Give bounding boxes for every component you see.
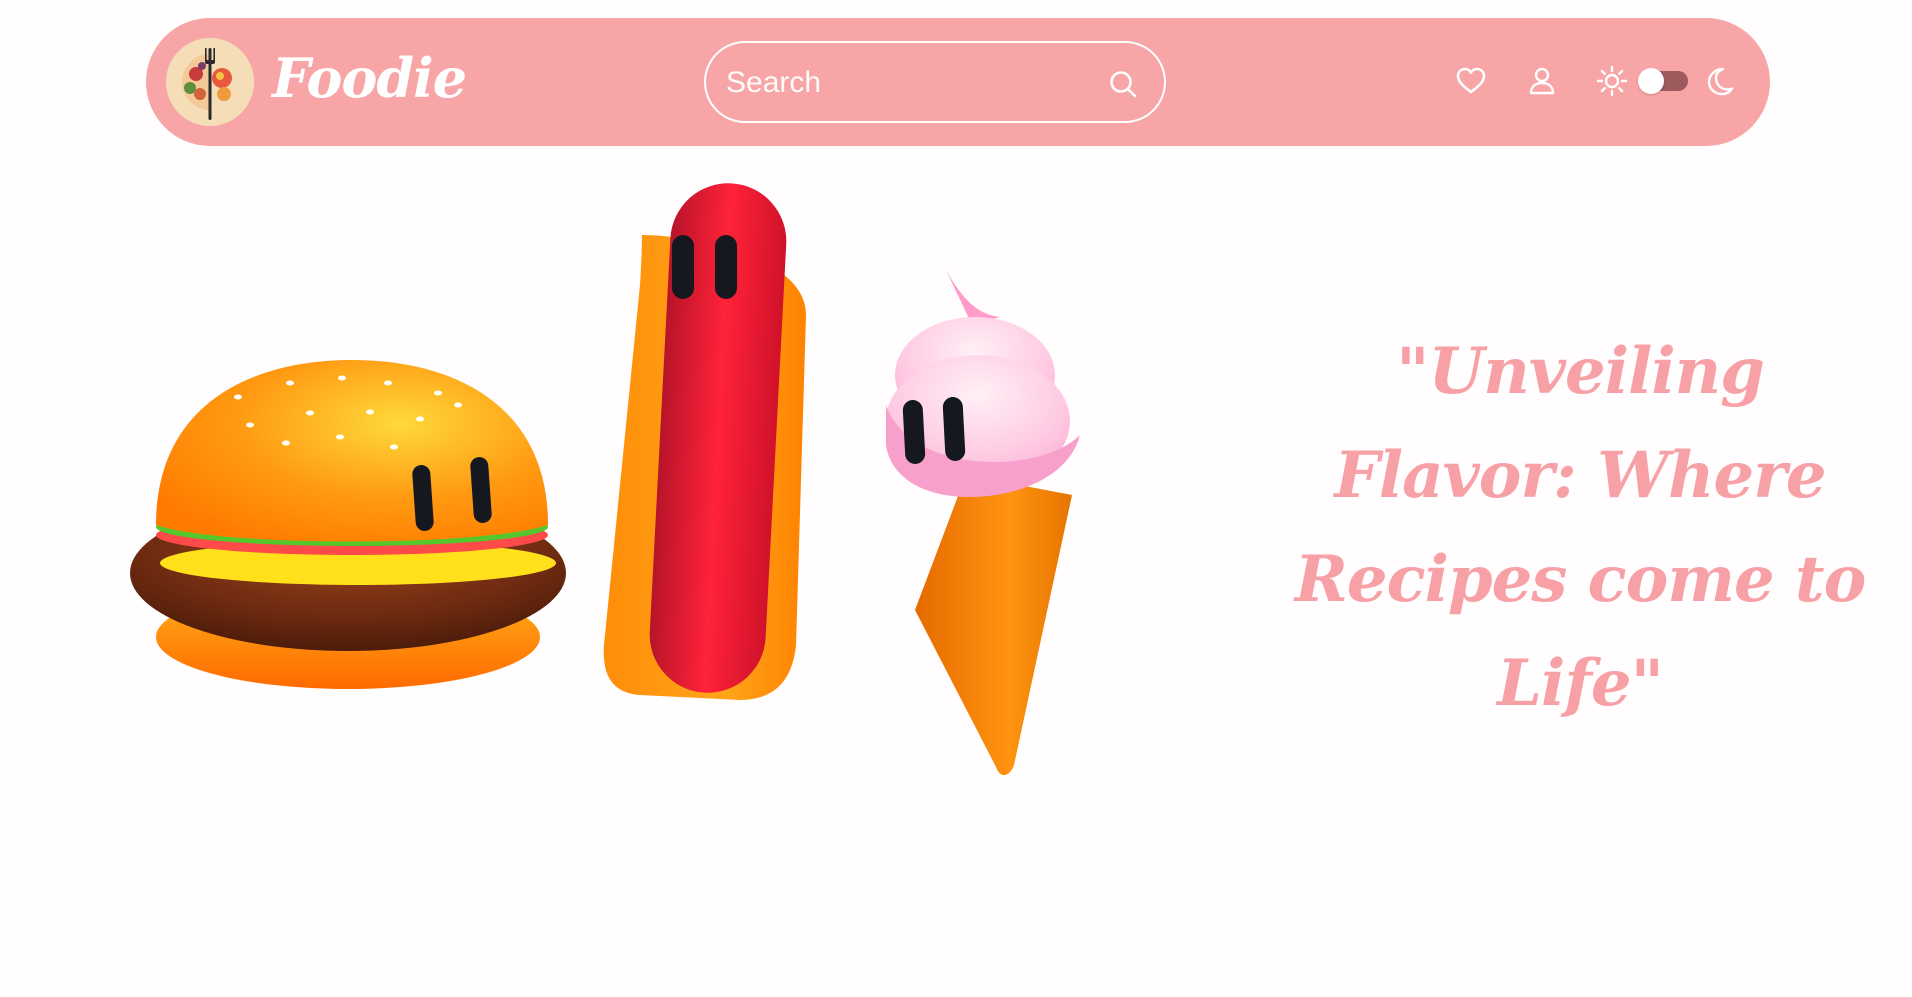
food-plate-fork-icon bbox=[166, 38, 254, 126]
theme-toggle-knob[interactable] bbox=[1638, 68, 1664, 94]
search-icon[interactable] bbox=[1108, 69, 1138, 99]
hero-food-characters bbox=[130, 183, 1080, 776]
heart-icon[interactable] bbox=[1455, 65, 1487, 97]
search-bar[interactable] bbox=[704, 41, 1166, 123]
hero-tagline: "Unveiling Flavor: Where Recipes come to… bbox=[1294, 334, 1867, 721]
logo[interactable] bbox=[166, 38, 254, 126]
user-icon[interactable] bbox=[1526, 65, 1558, 97]
burger-character bbox=[130, 360, 566, 689]
theme-toggle[interactable] bbox=[1638, 68, 1688, 94]
ice-cream-character bbox=[886, 270, 1080, 776]
moon-icon[interactable] bbox=[1703, 65, 1735, 97]
sun-icon[interactable] bbox=[1596, 65, 1628, 97]
brand-name[interactable]: Foodie bbox=[272, 48, 467, 108]
page: Foodie Search "Unveiling Flavor: Where R… bbox=[0, 0, 1912, 997]
hot-dog-character bbox=[603, 183, 806, 700]
navbar: Foodie bbox=[146, 18, 1770, 146]
search-input[interactable] bbox=[724, 57, 1108, 109]
